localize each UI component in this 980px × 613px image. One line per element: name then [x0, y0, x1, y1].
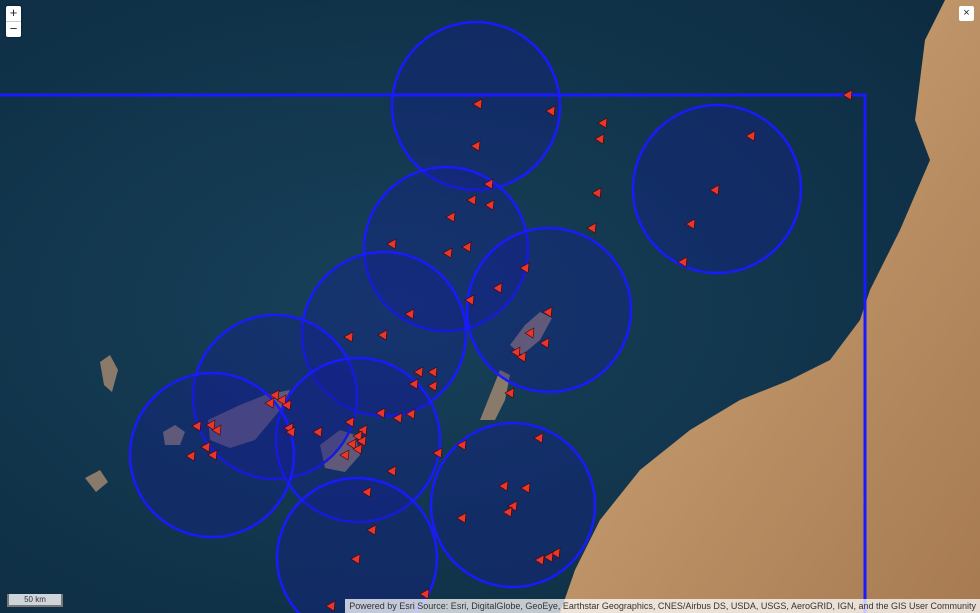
scale-bar: 50 km: [7, 594, 63, 607]
zoom-control: + −: [6, 6, 21, 37]
map-canvas[interactable]: [0, 0, 980, 613]
zoom-out-button[interactable]: −: [6, 21, 21, 37]
close-button[interactable]: ×: [959, 6, 974, 21]
attribution: Powered by Esri Source: Esri, DigitalGlo…: [345, 599, 980, 613]
zoom-in-button[interactable]: +: [6, 6, 21, 21]
